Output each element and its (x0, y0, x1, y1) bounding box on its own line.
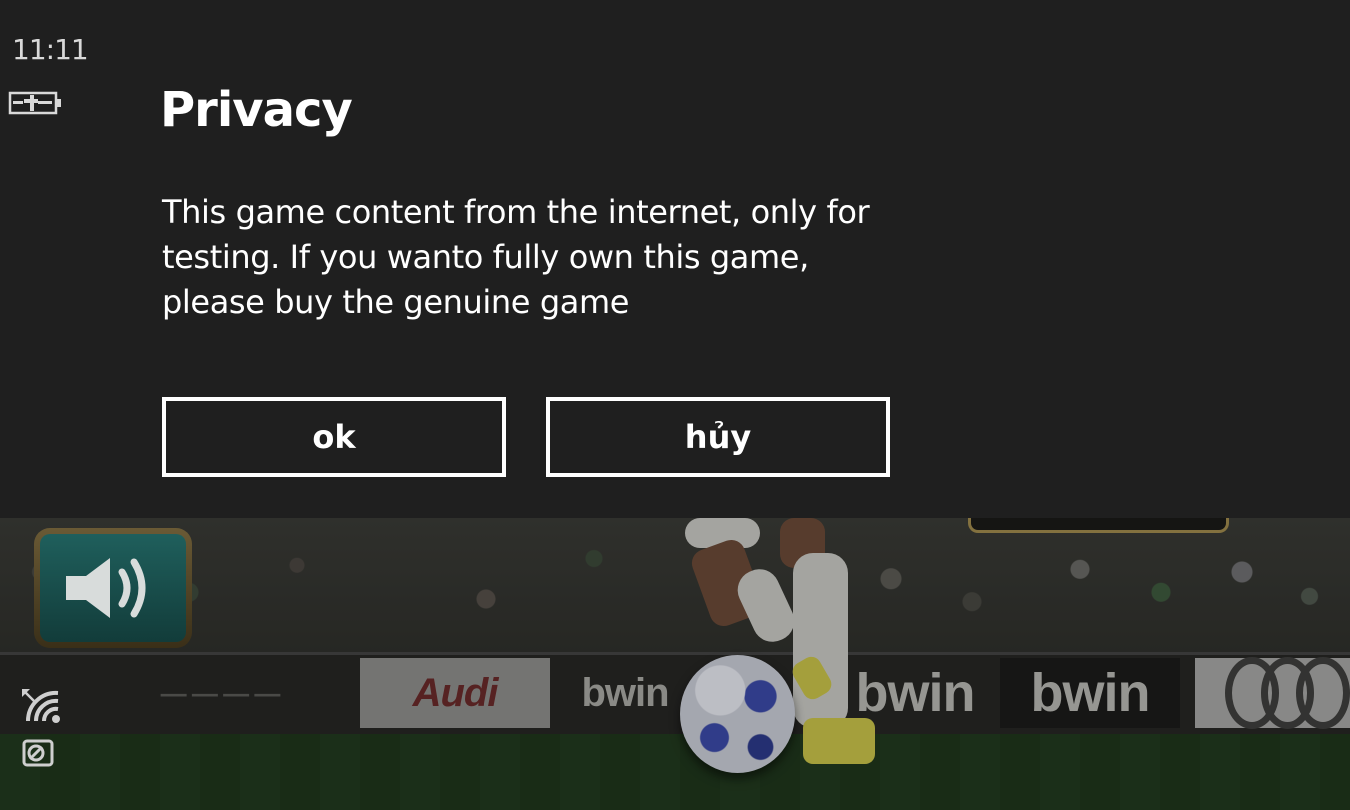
ad-panel-bwin: bwin (560, 658, 690, 728)
ring-shape (1296, 657, 1350, 729)
ad-panel-blurred: — — — — (160, 677, 281, 708)
ad-text: Audi (412, 670, 499, 715)
data-sense-icon (22, 739, 54, 767)
sound-button-face (40, 534, 186, 642)
ad-panel-bwin: bwin (1000, 658, 1180, 728)
phone-screen: — — — — Audi bwin bwin bwin Privacy This… (0, 0, 1350, 810)
speaker-icon (66, 558, 146, 618)
stadium-crowd (0, 518, 1350, 653)
cancel-button[interactable]: hủy (546, 397, 890, 477)
ok-button[interactable]: ok (162, 397, 506, 477)
dialog-message: This game content from the internet, onl… (162, 193, 870, 321)
ad-text: bwin (1030, 663, 1151, 723)
privacy-dialog: Privacy This game content from the inter… (0, 0, 1350, 518)
player-boot (803, 718, 875, 764)
player-sock (793, 553, 848, 728)
pitch-grass (0, 734, 1350, 810)
battery-charging-icon (8, 91, 61, 115)
ad-text: bwin (581, 670, 669, 715)
dialog-title: Privacy (160, 82, 353, 138)
status-time: 11:11 (12, 33, 89, 66)
sound-toggle-button[interactable] (34, 528, 192, 648)
ad-panel-audi: Audi (360, 658, 550, 728)
game-top-banner (968, 518, 1229, 533)
wifi-icon (22, 689, 60, 723)
soccer-ball (680, 655, 795, 773)
ad-panel-rings (1195, 657, 1350, 729)
